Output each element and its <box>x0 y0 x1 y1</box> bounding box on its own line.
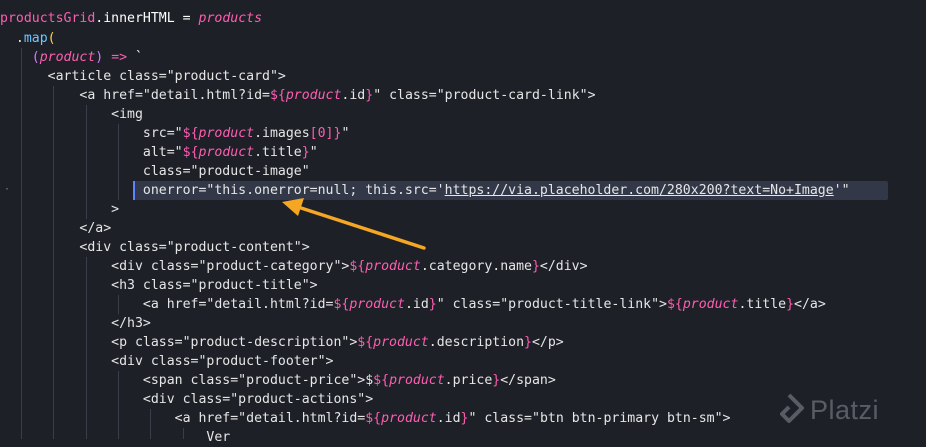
annotation-arrow <box>282 198 426 250</box>
arrow-shaft <box>296 205 426 250</box>
watermark-text: Platzi <box>810 394 880 425</box>
arrow-head <box>282 198 304 216</box>
platzi-logo-icon <box>780 393 804 423</box>
platzi-watermark: Platzi <box>774 390 914 430</box>
